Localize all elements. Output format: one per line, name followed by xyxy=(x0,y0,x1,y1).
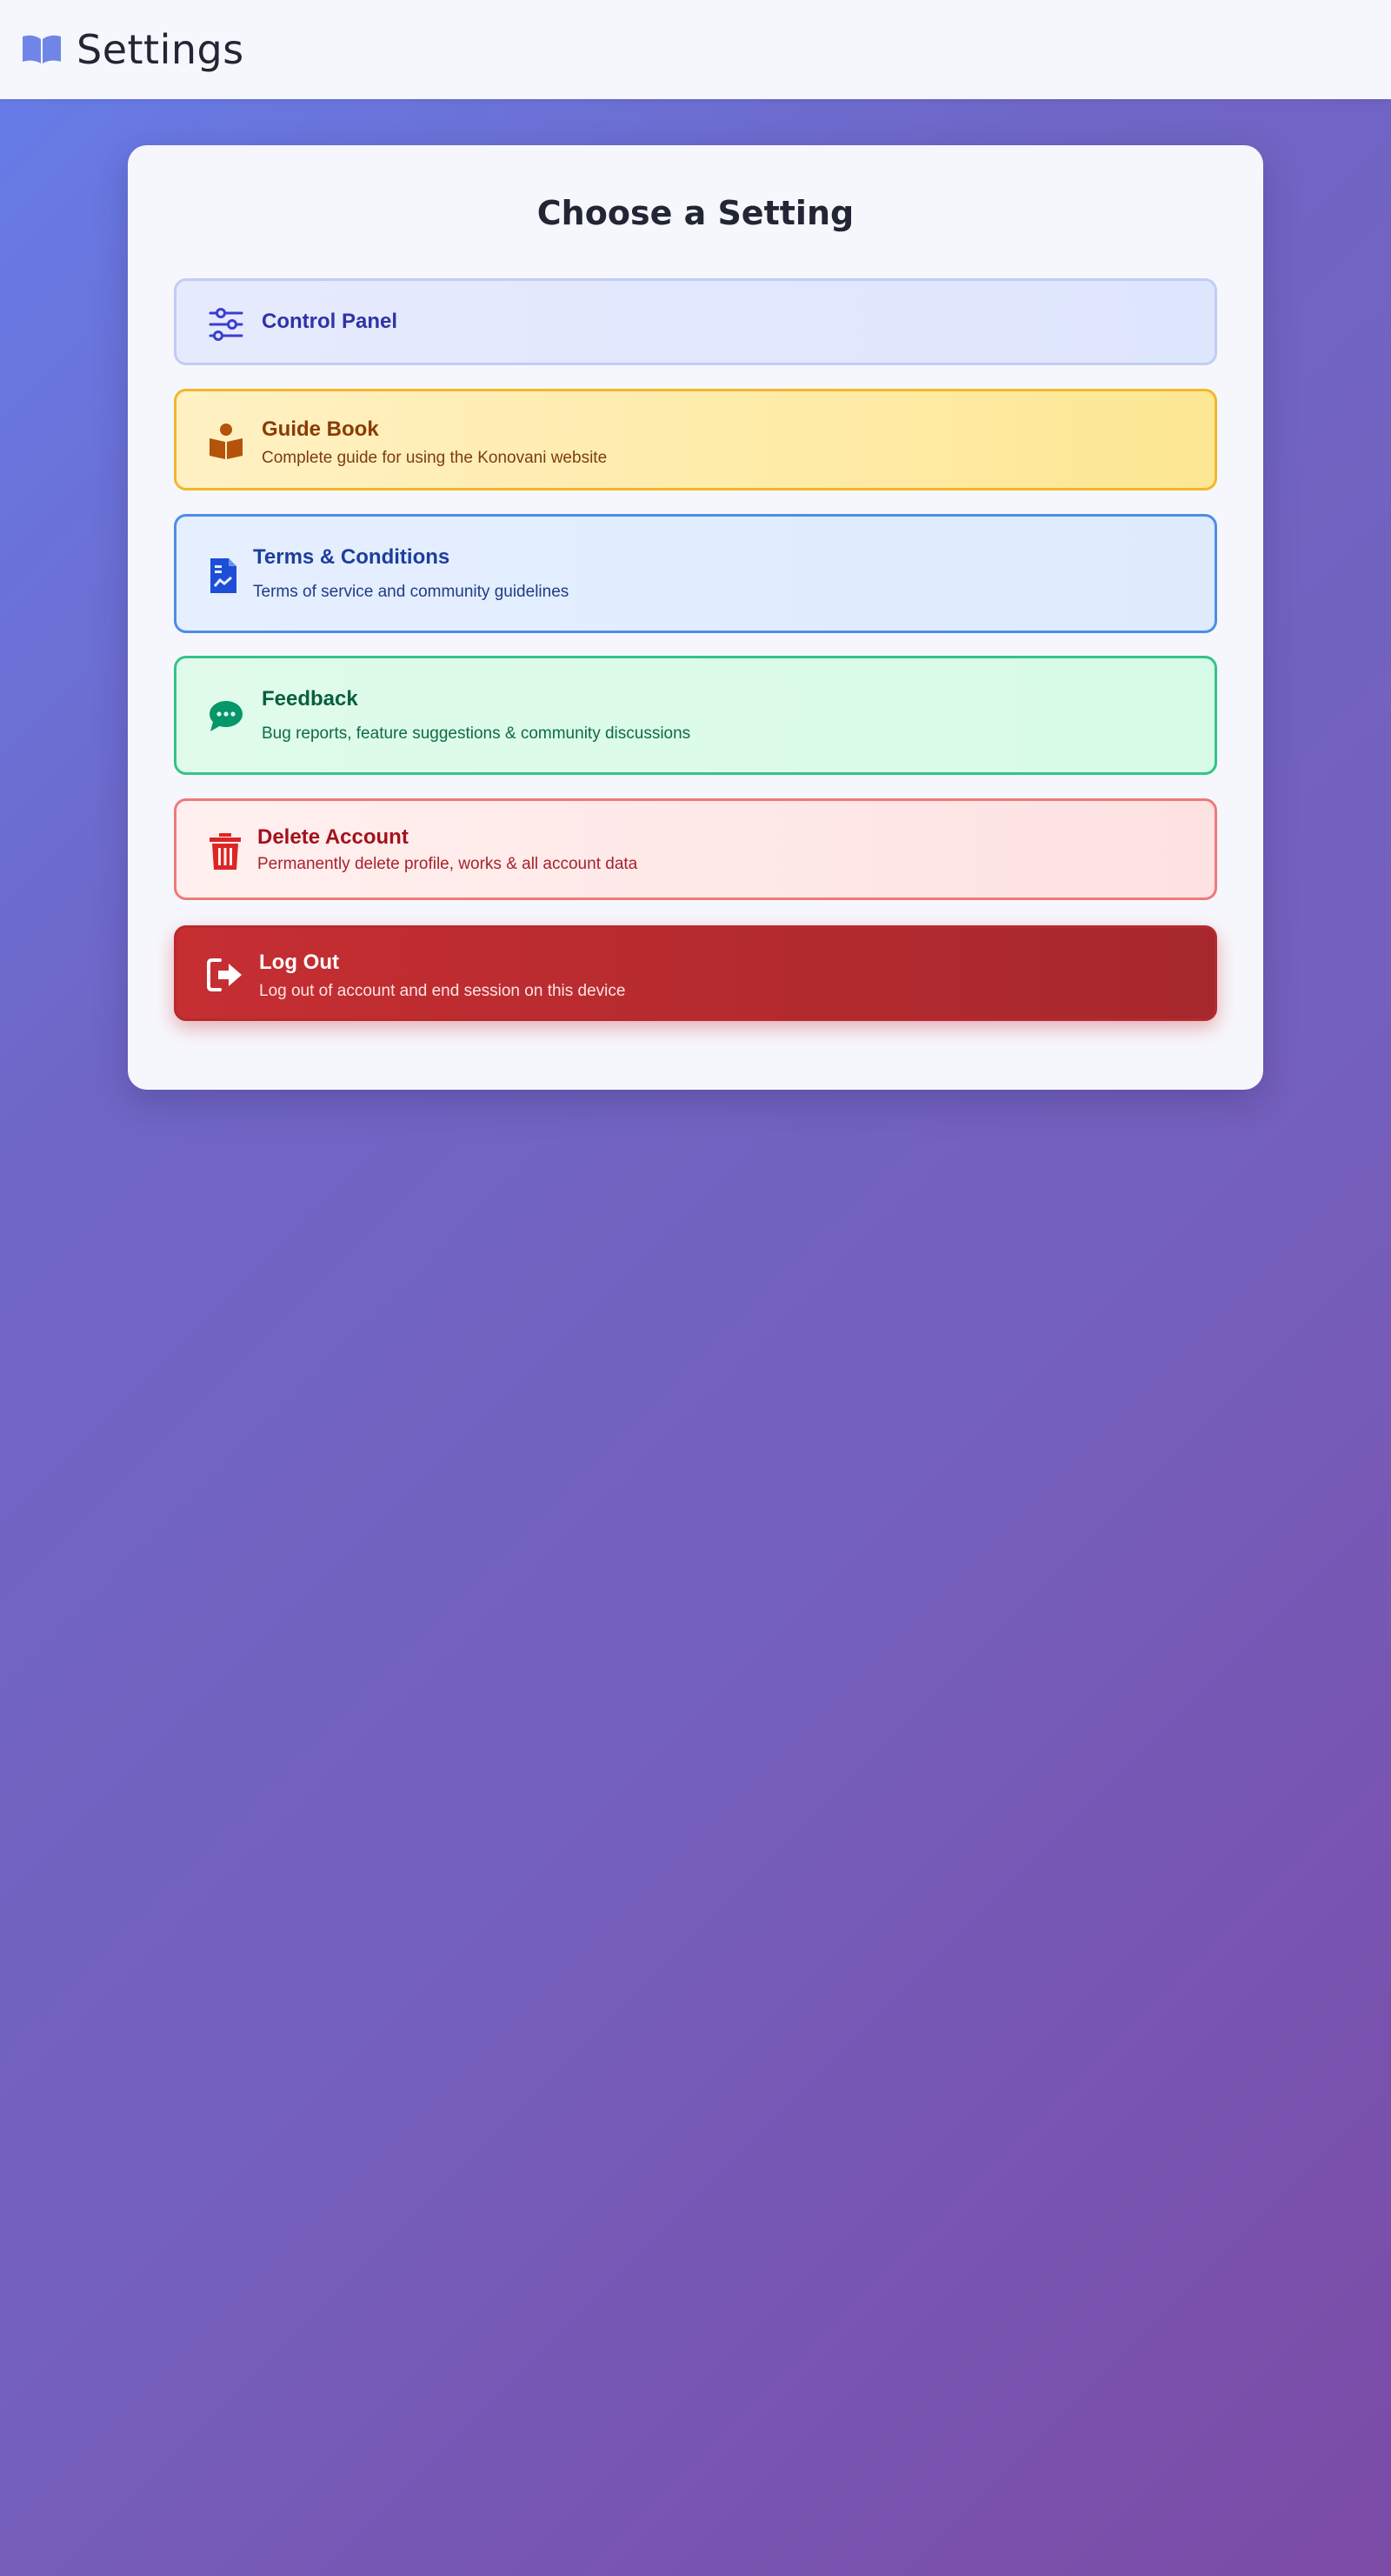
option-title: Delete Account xyxy=(257,825,409,849)
book-reader-icon xyxy=(208,423,244,461)
trash-icon xyxy=(208,832,243,871)
option-description: Permanently delete profile, works & all … xyxy=(257,855,638,873)
logout-icon xyxy=(206,957,244,993)
option-title: Control Panel xyxy=(262,310,398,333)
option-title: Feedback xyxy=(262,687,358,711)
option-description: Terms of service and community guideline… xyxy=(253,583,569,601)
feedback-option[interactable]: Feedback Bug reports, feature suggestion… xyxy=(174,656,1217,775)
control-panel-option[interactable]: Control Panel xyxy=(174,278,1217,365)
option-description: Bug reports, feature suggestions & commu… xyxy=(262,724,691,743)
log-out-option[interactable]: Log Out Log out of account and end sessi… xyxy=(174,925,1217,1021)
document-icon xyxy=(208,557,239,595)
option-description: Complete guide for using the Konovani we… xyxy=(262,449,608,467)
delete-account-option[interactable]: Delete Account Permanently delete profil… xyxy=(174,798,1217,900)
page-title: Settings xyxy=(77,26,244,73)
chat-bubble-icon xyxy=(208,698,244,735)
option-title: Terms & Conditions xyxy=(253,545,450,569)
option-title: Log Out xyxy=(259,951,339,974)
option-description: Log out of account and end session on th… xyxy=(259,982,626,1000)
option-title: Guide Book xyxy=(262,417,379,441)
terms-conditions-option[interactable]: Terms & Conditions Terms of service and … xyxy=(174,514,1217,633)
guide-book-option[interactable]: Guide Book Complete guide for using the … xyxy=(174,389,1217,491)
book-open-icon xyxy=(21,32,63,67)
card-heading: Choose a Setting xyxy=(536,194,855,232)
settings-card: Choose a Setting Control Panel Guide Boo… xyxy=(128,145,1263,1090)
sliders-icon xyxy=(208,307,244,342)
top-bar: Settings xyxy=(0,0,1391,99)
